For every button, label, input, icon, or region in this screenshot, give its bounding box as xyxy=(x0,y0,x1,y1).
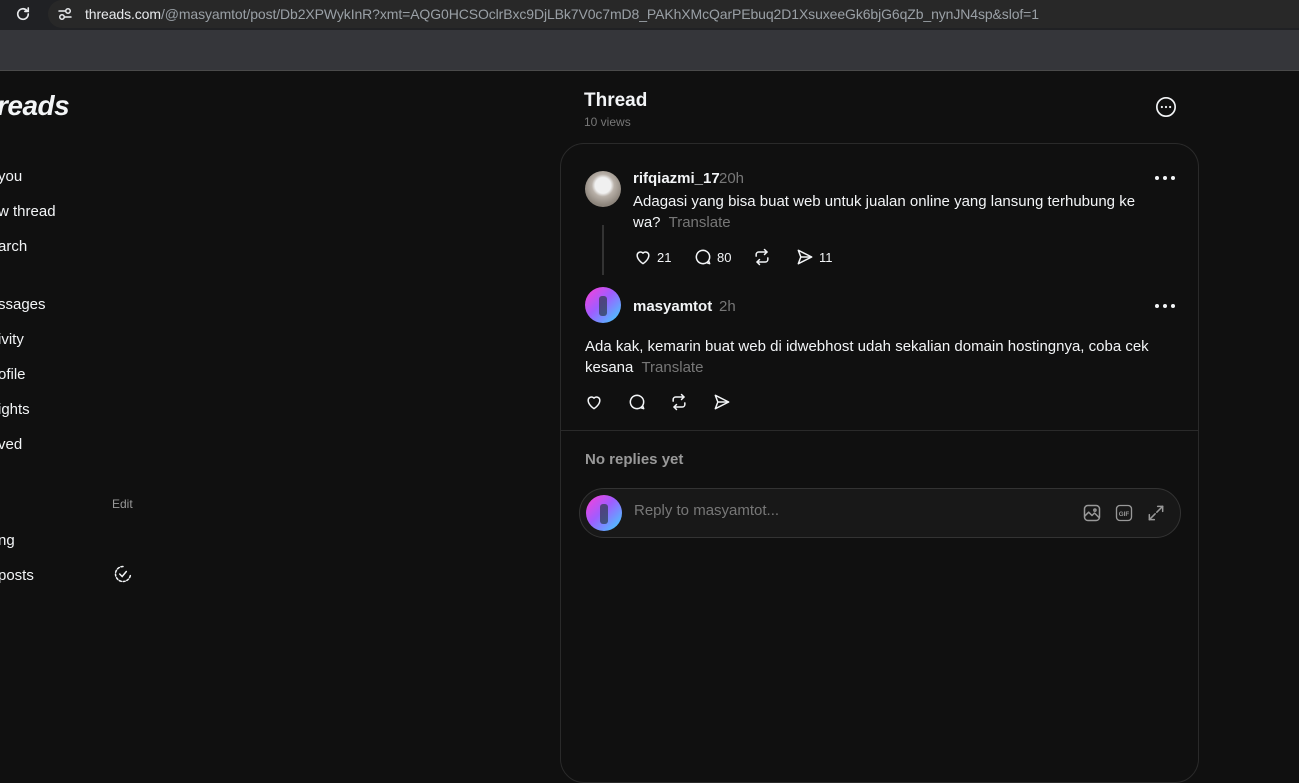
address-bar[interactable]: threads.com/@masyamtot/post/Db2XPWykInR?… xyxy=(48,0,1299,28)
gif-icon[interactable]: GIF xyxy=(1114,503,1134,523)
avatar[interactable] xyxy=(585,287,621,323)
like-count: 21 xyxy=(657,249,672,265)
pin-feed-icon[interactable] xyxy=(113,564,133,584)
nav-activity[interactable]: ivity xyxy=(0,331,24,348)
nav-messages[interactable]: ssages xyxy=(0,296,46,313)
comment-icon xyxy=(629,394,645,410)
reply-more-icon[interactable] xyxy=(1154,303,1176,309)
comment-count: 80 xyxy=(717,249,732,265)
share-button[interactable]: 11 xyxy=(795,246,833,268)
reply-text: Ada kak, kemarin buat web di idwebhost u… xyxy=(585,336,1163,378)
url-host: threads.com xyxy=(85,6,161,22)
nav-new-thread[interactable]: w thread xyxy=(0,203,56,220)
feed-following[interactable]: ng xyxy=(0,532,15,549)
nav-search[interactable]: arch xyxy=(0,238,27,255)
reply-composer[interactable]: GIF xyxy=(579,488,1181,538)
nav-saved[interactable]: ved xyxy=(0,436,22,453)
nav-insights[interactable]: ights xyxy=(0,401,30,418)
site-settings-icon[interactable] xyxy=(56,5,74,23)
url-path: /@masyamtot/post/Db2XPWykInR?xmt=AQG0HCS… xyxy=(160,6,1039,22)
avatar xyxy=(586,495,622,531)
send-icon xyxy=(714,394,730,410)
send-icon xyxy=(797,249,813,265)
page-title: Thread xyxy=(584,90,648,111)
post-username[interactable]: rifqiazmi_17 xyxy=(633,170,720,187)
browser-toolbar: threads.com/@masyamtot/post/Db2XPWykInR?… xyxy=(0,0,1299,30)
reload-icon[interactable] xyxy=(14,5,32,23)
bookmarks-bar xyxy=(0,30,1299,71)
reply-input[interactable] xyxy=(634,502,1034,519)
reply-share-button[interactable] xyxy=(712,391,732,413)
svg-text:GIF: GIF xyxy=(1119,511,1130,518)
repost-icon xyxy=(755,248,769,266)
share-count: 11 xyxy=(819,249,833,265)
reply-like-button[interactable] xyxy=(584,391,604,413)
feeds-edit-link[interactable]: Edit xyxy=(112,497,133,511)
post-translate-link[interactable]: Translate xyxy=(669,214,731,231)
post-time[interactable]: 20h xyxy=(719,170,744,187)
reply-repost-button[interactable] xyxy=(669,391,689,413)
reply-username[interactable]: masyamtot xyxy=(633,298,712,315)
reply-translate-link[interactable]: Translate xyxy=(641,359,703,376)
repost-icon xyxy=(672,393,686,411)
reply-comment-button[interactable] xyxy=(627,391,647,413)
no-replies-label: No replies yet xyxy=(585,451,684,468)
nav-for-you[interactable]: you xyxy=(0,168,22,185)
image-icon[interactable] xyxy=(1082,503,1102,523)
reply-time[interactable]: 2h xyxy=(719,298,736,315)
repost-button[interactable] xyxy=(752,246,772,268)
thread-line xyxy=(602,225,604,275)
heart-icon xyxy=(587,396,601,410)
expand-icon[interactable] xyxy=(1146,503,1166,523)
post-text: Adagasi yang bisa buat web untuk jualan … xyxy=(633,191,1163,233)
threads-logo[interactable]: reads xyxy=(0,90,70,122)
like-button[interactable]: 21 xyxy=(633,246,671,268)
feed-liked-posts[interactable]: posts xyxy=(0,567,34,584)
post-more-icon[interactable] xyxy=(1154,175,1176,181)
view-count[interactable]: 10 views xyxy=(584,115,631,129)
comment-button[interactable]: 80 xyxy=(693,246,731,268)
comment-icon xyxy=(695,249,711,265)
nav-profile[interactable]: ofile xyxy=(0,366,26,383)
avatar[interactable] xyxy=(585,171,621,207)
heart-icon xyxy=(636,251,650,265)
more-options-icon[interactable] xyxy=(1155,96,1177,118)
divider xyxy=(561,430,1198,431)
url-text[interactable]: threads.com/@masyamtot/post/Db2XPWykInR?… xyxy=(85,6,1039,22)
